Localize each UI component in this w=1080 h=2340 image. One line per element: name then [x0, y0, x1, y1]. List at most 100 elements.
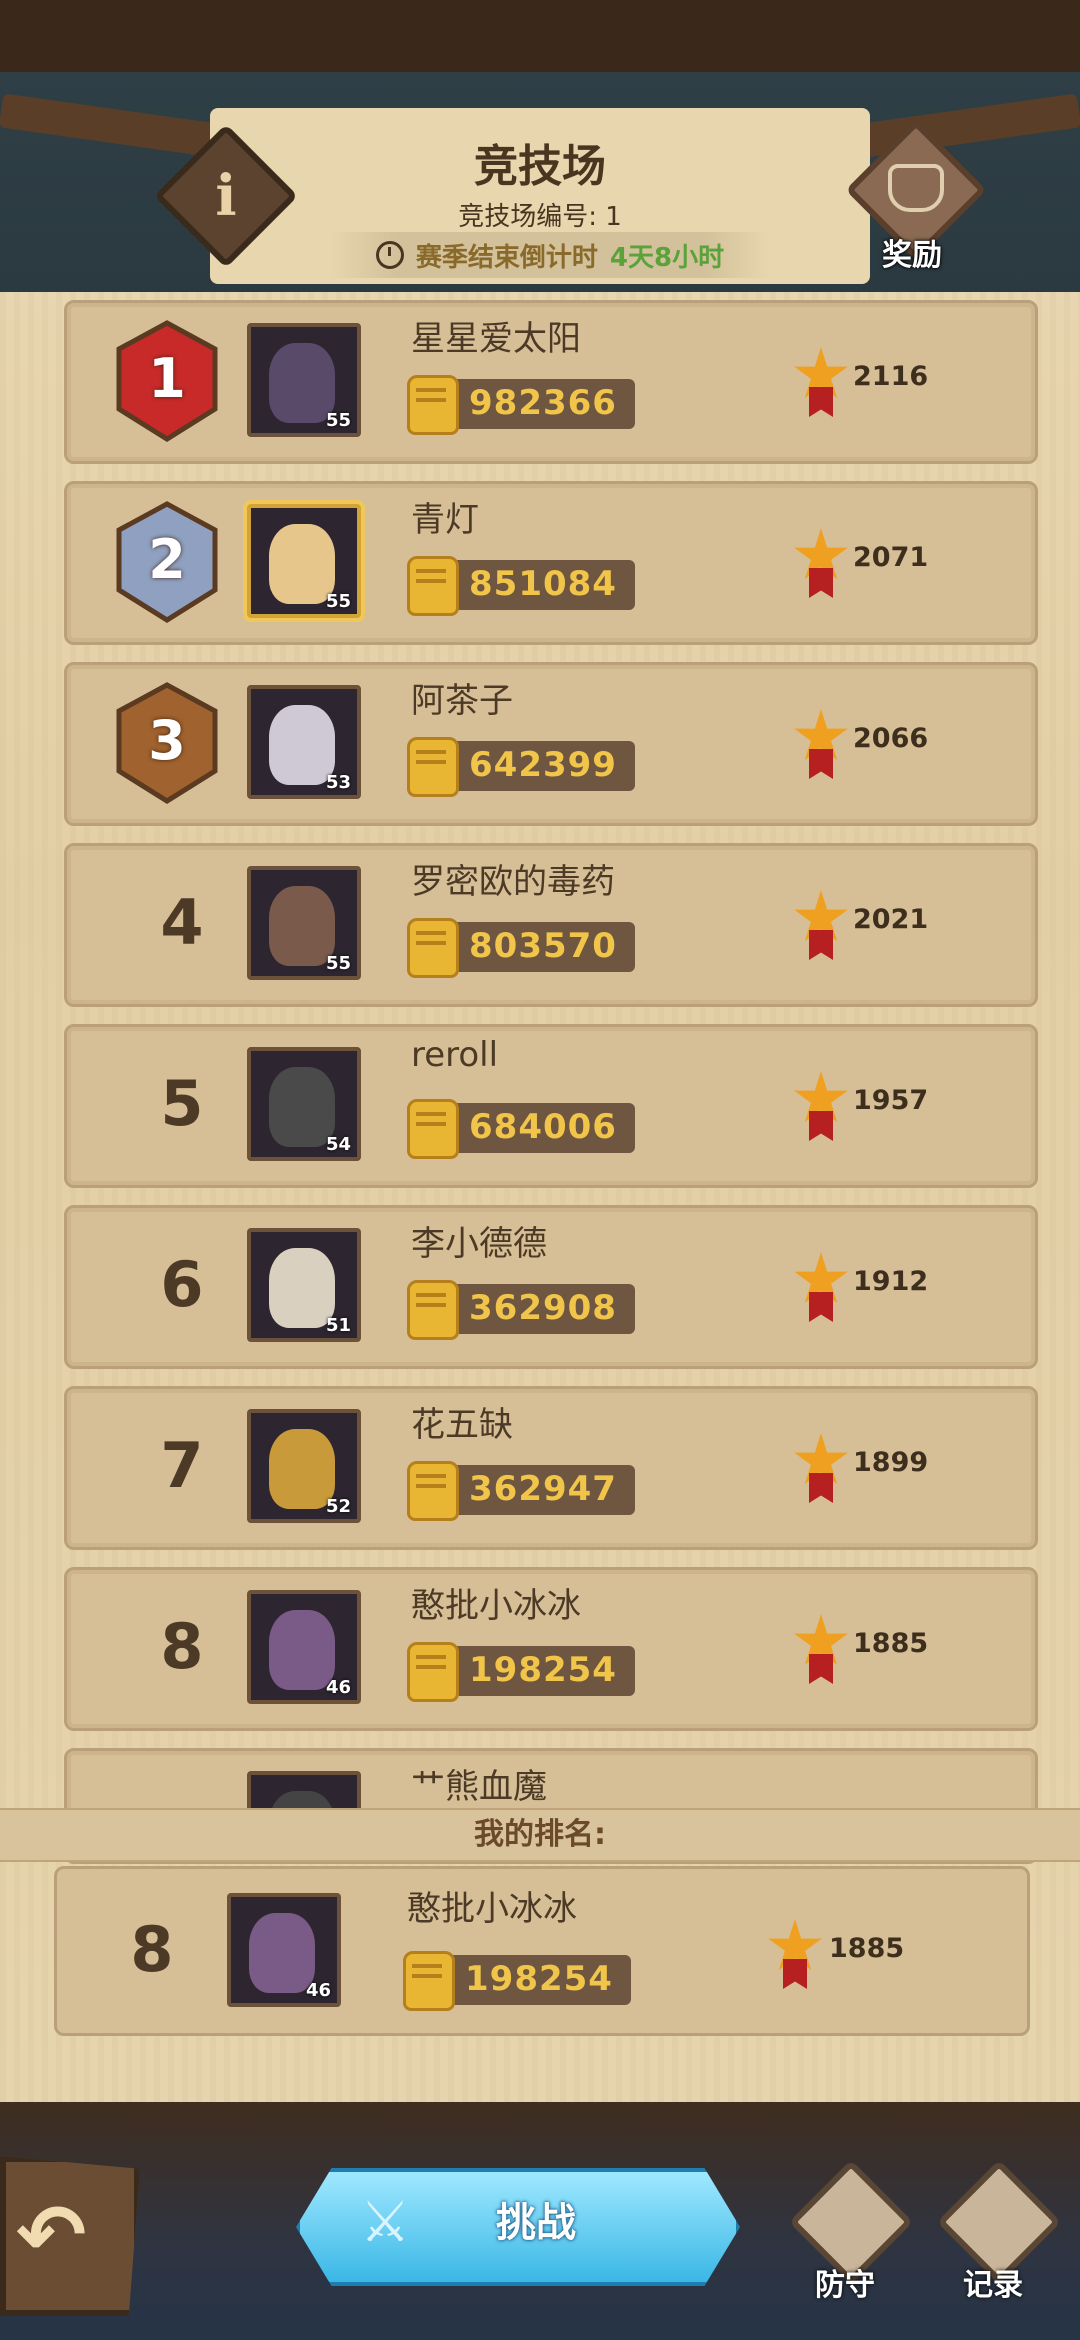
- rank-number: 7: [160, 1429, 204, 1502]
- record-label: 记录: [963, 2268, 1023, 2303]
- trophy-icon: [793, 1252, 849, 1322]
- back-arrow-icon[interactable]: ↶: [16, 2186, 86, 2284]
- arena-score: 2071: [853, 542, 929, 573]
- power-value: 362947: [469, 1469, 617, 1509]
- defense-label: 防守: [815, 2268, 875, 2303]
- power-fist-icon: [407, 737, 459, 797]
- my-rank-number: 8: [130, 1913, 174, 1986]
- ranking-row[interactable]: 7 52 花五缺 362947 1899: [64, 1386, 1038, 1550]
- my-rank-label: 我的排名:: [0, 1808, 1080, 1862]
- avatar-level: 55: [325, 410, 351, 431]
- my-score: 1885: [829, 1933, 905, 1964]
- reward-label: 奖励: [882, 238, 942, 273]
- power-bar: 362908: [407, 1280, 635, 1340]
- record-button[interactable]: 记录: [933, 2159, 1062, 2310]
- avatar-level: 54: [325, 1134, 351, 1155]
- avatar-level: 55: [325, 591, 351, 612]
- power-value: 684006: [469, 1107, 617, 1147]
- trophy-icon: [793, 1614, 849, 1684]
- trophy-icon: [793, 1433, 849, 1503]
- rank-number: 8: [160, 1610, 204, 1683]
- arena-score: 2021: [853, 904, 929, 935]
- reward-helmet-icon: [888, 164, 944, 212]
- player-avatar[interactable]: 55: [247, 866, 361, 980]
- power-value: 642399: [469, 745, 617, 785]
- rank-number: 1: [148, 347, 186, 410]
- trophy-icon: [793, 1071, 849, 1141]
- my-player-name: 憨批小冰冰: [407, 1889, 577, 1929]
- player-name: 花五缺: [411, 1405, 513, 1445]
- power-value: 851084: [469, 564, 617, 604]
- status-bar: [0, 0, 1080, 72]
- avatar-level: 46: [325, 1677, 351, 1698]
- player-avatar[interactable]: 55: [247, 504, 361, 618]
- power-value: 198254: [469, 1650, 617, 1690]
- trophy-icon: [793, 347, 849, 417]
- power-bar: 362947: [407, 1461, 635, 1521]
- player-avatar[interactable]: 52: [247, 1409, 361, 1523]
- avatar-level: 55: [325, 953, 351, 974]
- player-name: 艹熊血魔: [411, 1767, 547, 1807]
- clock-icon: [375, 241, 404, 269]
- player-name: 李小德德: [411, 1224, 547, 1264]
- info-icon: i: [215, 163, 237, 229]
- ranking-row[interactable]: 5 54 reroll 684006 1957: [64, 1024, 1038, 1188]
- season-countdown: 赛季结束倒计时 4天8小时: [330, 232, 770, 278]
- trophy-icon: [793, 890, 849, 960]
- player-name: reroll: [411, 1035, 499, 1075]
- arena-score: 1912: [853, 1266, 929, 1297]
- power-fist-icon: [403, 1951, 455, 2011]
- player-avatar[interactable]: 53: [247, 685, 361, 799]
- avatar-level: 52: [325, 1496, 351, 1517]
- power-fist-icon: [407, 1280, 459, 1340]
- power-fist-icon: [407, 556, 459, 616]
- avatar-level: 46: [305, 1980, 331, 2001]
- player-name: 星星爱太阳: [411, 319, 581, 359]
- avatar-level: 53: [325, 772, 351, 793]
- trophy-icon: [793, 528, 849, 598]
- rank-medal-icon: 3: [107, 681, 227, 807]
- rank-number: 3: [148, 709, 186, 772]
- power-fist-icon: [407, 1099, 459, 1159]
- ranking-row[interactable]: 1 55 星星爱太阳 982366 2116: [64, 300, 1038, 464]
- player-avatar[interactable]: 51: [247, 1228, 361, 1342]
- reward-button[interactable]: 奖励: [845, 119, 987, 273]
- rank-medal-icon: 2: [107, 500, 227, 626]
- trophy-icon: [767, 1919, 823, 1989]
- arena-score: 1899: [853, 1447, 929, 1478]
- rank-number: 6: [160, 1248, 204, 1321]
- arena-score: 1957: [853, 1085, 929, 1116]
- power-fist-icon: [407, 375, 459, 435]
- rank-number: 5: [160, 1067, 204, 1140]
- player-name: 罗密欧的毒药: [411, 862, 615, 902]
- arena-score: 2116: [853, 361, 929, 392]
- player-avatar[interactable]: 55: [247, 323, 361, 437]
- player-avatar[interactable]: 46: [247, 1590, 361, 1704]
- my-avatar[interactable]: 46: [227, 1893, 341, 2007]
- my-power-bar: 198254: [403, 1951, 631, 2011]
- rank-medal-icon: 1: [107, 319, 227, 445]
- power-fist-icon: [407, 918, 459, 978]
- arena-score: 2066: [853, 723, 929, 754]
- challenge-label[interactable]: 挑战: [296, 2190, 776, 2248]
- my-power-value: 198254: [465, 1959, 613, 1999]
- player-avatar[interactable]: 54: [247, 1047, 361, 1161]
- power-bar: 851084: [407, 556, 635, 616]
- player-name: 阿茶子: [411, 681, 513, 721]
- player-name: 青灯: [411, 500, 479, 540]
- ranking-row[interactable]: 3 53 阿茶子 642399 2066: [64, 662, 1038, 826]
- power-bar: 198254: [407, 1642, 635, 1702]
- ranking-row[interactable]: 6 51 李小德德 362908 1912: [64, 1205, 1038, 1369]
- trophy-icon: [793, 709, 849, 779]
- power-fist-icon: [407, 1642, 459, 1702]
- avatar-level: 51: [325, 1315, 351, 1336]
- power-value: 362908: [469, 1288, 617, 1328]
- ranking-row[interactable]: 8 46 憨批小冰冰 198254 1885: [64, 1567, 1038, 1731]
- defense-button[interactable]: 防守: [785, 2159, 914, 2310]
- power-bar: 982366: [407, 375, 635, 435]
- power-value: 982366: [469, 383, 617, 423]
- ranking-row[interactable]: 4 55 罗密欧的毒药 803570 2021: [64, 843, 1038, 1007]
- ranking-row[interactable]: 2 55 青灯 851084 2071: [64, 481, 1038, 645]
- rank-number: 2: [148, 528, 186, 591]
- arena-score: 1885: [853, 1628, 929, 1659]
